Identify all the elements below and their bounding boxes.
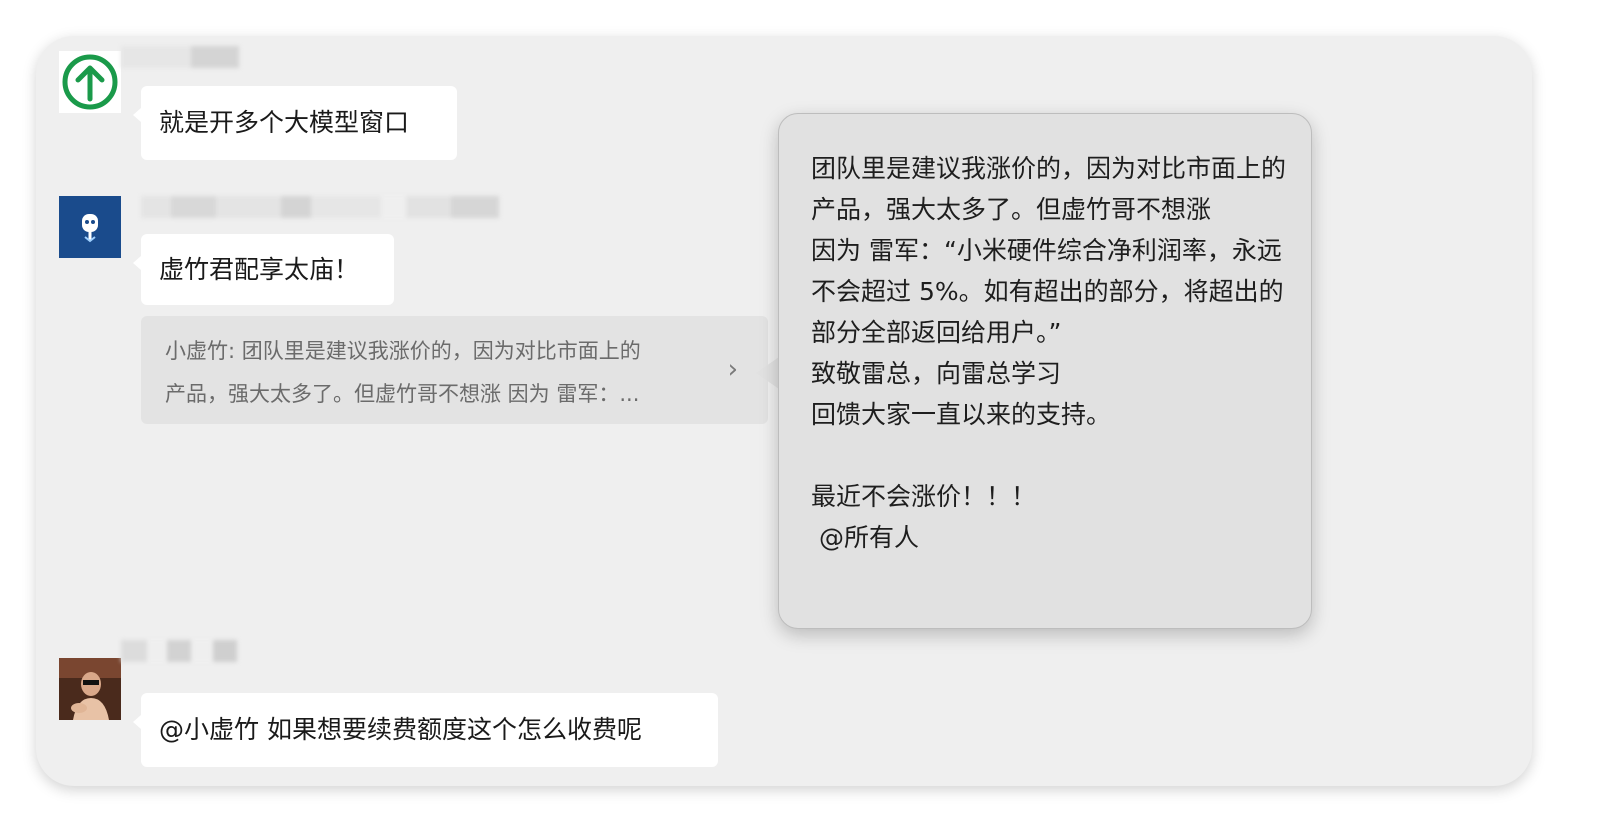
user-photo — [59, 658, 121, 720]
popup-text: 团队里是建议我涨价的，因为对比市面上的产品，强大太多了。但虚竹哥不想涨 因为 雷… — [811, 154, 1287, 552]
quoted-message-card[interactable]: 小虚竹: 团队里是建议我涨价的，因为对比市面上的 产品，强大太多了。但虚竹哥不想… — [141, 316, 768, 424]
quote-line: 小虚竹: 团队里是建议我涨价的，因为对比市面上的 — [165, 339, 641, 363]
message-bubble[interactable]: @小虚竹 如果想要续费额度这个怎么收费呢 — [133, 693, 718, 767]
message-bubble[interactable]: 就是开多个大模型窗口 — [133, 86, 457, 160]
popup-arrow — [756, 357, 779, 389]
chat-window: 就是开多个大模型窗口 虚竹君配享太庙！ 小虚竹: 团队里是建议我涨价的，因为对比… — [36, 36, 1532, 786]
message-text: 虚竹君配享太庙！ — [159, 254, 360, 284]
sender-name-blurred — [121, 46, 239, 68]
quote-line: 产品，强大太多了。但虚竹哥不想涨 因为 雷军：... — [165, 382, 640, 406]
chevron-right-icon: › — [727, 354, 738, 385]
quote-preview-popover: 团队里是建议我涨价的，因为对比市面上的产品，强大太多了。但虚竹哥不想涨 因为 雷… — [778, 113, 1312, 629]
sender-name-blurred — [141, 196, 499, 218]
message-text: 就是开多个大模型窗口 — [159, 108, 410, 137]
avatar[interactable] — [59, 658, 121, 720]
message-bubble[interactable]: 虚竹君配享太庙！ — [133, 234, 394, 305]
avatar[interactable] — [59, 51, 121, 113]
up-arrow-circle-icon — [62, 54, 118, 110]
sender-name-blurred — [121, 640, 237, 662]
avatar[interactable] — [59, 196, 121, 258]
message-text: @小虚竹 如果想要续费额度这个怎么收费呢 — [159, 715, 642, 744]
robot-icon — [82, 214, 98, 243]
